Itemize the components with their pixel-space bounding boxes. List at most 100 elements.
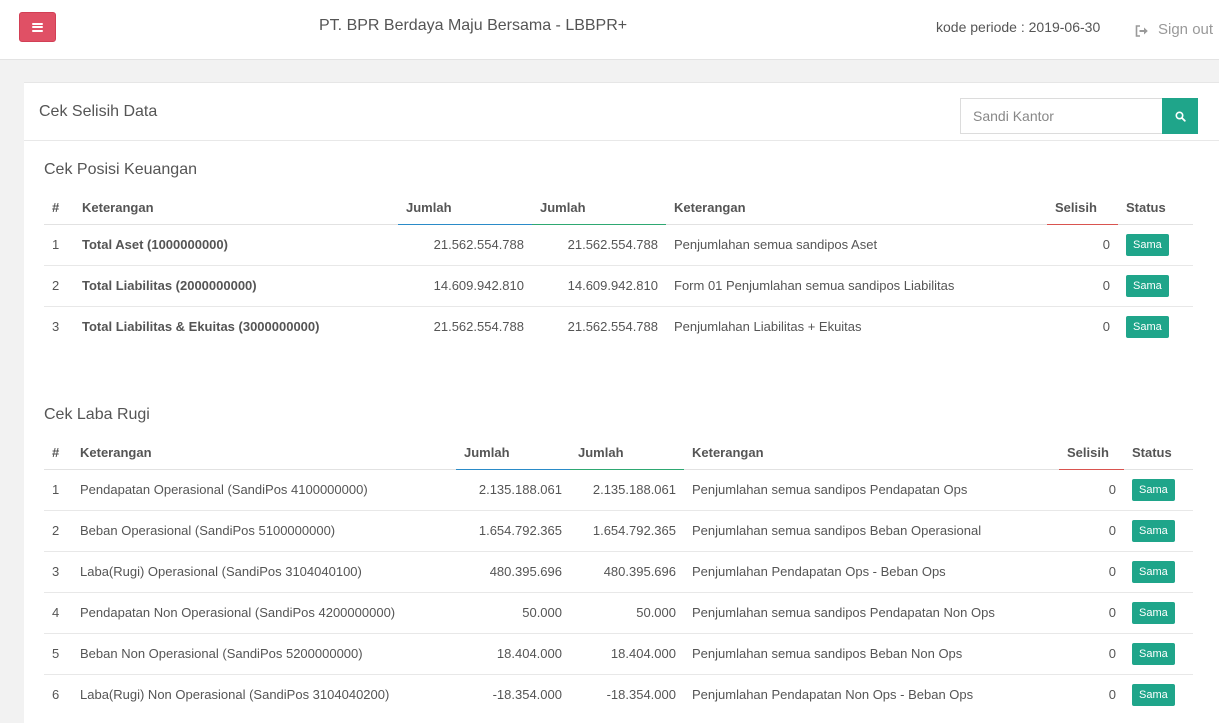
top-navbar: PT. BPR Berdaya Maju Bersama - LBBPR+ ko…: [0, 0, 1219, 60]
row-number: 2: [44, 265, 74, 307]
table-row: 1 Total Aset (1000000000) 21.562.554.788 21…: [44, 224, 1193, 266]
row-jumlah-2: 50.000: [570, 592, 684, 634]
status-badge: Sama: [1126, 315, 1169, 338]
row-jumlah-2: 2.135.188.061: [570, 469, 684, 511]
status-badge: Sama: [1126, 233, 1169, 256]
sign-out-icon: [1135, 24, 1149, 37]
status-badge: Sama: [1132, 601, 1175, 624]
table-row: 6 Laba(Rugi) Non Operasional (SandiPos 31…: [44, 674, 1193, 715]
laba-rugi-body: 1 Pendapatan Operasional (SandiPos 410000…: [44, 469, 1193, 715]
status-badge: Sama: [1132, 519, 1175, 542]
table-row: 5 Beban Non Operasional (SandiPos 5200000…: [44, 633, 1193, 675]
row-keterangan-2: Penjumlahan Pendapatan Ops - Beban Ops: [684, 551, 1059, 593]
table-row: 2 Total Liabilitas (2000000000) 14.609.942…: [44, 265, 1193, 307]
status-badge: Sama: [1132, 478, 1175, 501]
col-status: Status: [1124, 436, 1193, 470]
panel-title: Cek Selisih Data: [39, 103, 158, 120]
row-jumlah-1: -18.354.000: [492, 687, 562, 703]
row-selisih: 0: [1059, 469, 1124, 511]
row-status: Sama: [1124, 469, 1193, 511]
col-selisih: Selisih: [1059, 436, 1124, 470]
table-row: 3 Total Liabilitas & Ekuitas (3000000000)…: [44, 306, 1193, 347]
row-jumlah-2: 18.404.000: [570, 633, 684, 675]
row-keterangan-2: Penjumlahan Pendapatan Non Ops - Beban O…: [692, 687, 974, 703]
col-keterangan: Keterangan: [74, 191, 398, 225]
row-selisih: 0: [1047, 265, 1118, 307]
row-status: Sama: [1118, 224, 1193, 266]
table-row: 4 Pendapatan Non Operasional (SandiPos 42…: [44, 592, 1193, 634]
row-number: 6: [52, 687, 60, 703]
row-status: Sama: [1118, 306, 1193, 347]
menu-toggle-button[interactable]: [19, 12, 56, 42]
row-jumlah-1: 21.562.554.788: [433, 319, 524, 335]
row-keterangan: Laba(Rugi) Operasional (SandiPos 3104040…: [72, 551, 456, 593]
row-number: 3: [52, 319, 60, 335]
row-jumlah-1: 2.135.188.061: [456, 469, 570, 511]
row-jumlah-2: 1.654.792.365: [570, 510, 684, 552]
row-jumlah-2: -18.354.000: [606, 687, 676, 703]
row-number: 4: [44, 592, 72, 634]
sandi-kantor-input[interactable]: [960, 98, 1162, 134]
row-keterangan-2: Penjumlahan semua sandipos Pendapatan No…: [684, 592, 1059, 634]
row-number: 1: [44, 224, 74, 266]
col-no: #: [44, 191, 74, 225]
col-keterangan-2: Keterangan: [684, 436, 1059, 470]
row-number: 3: [44, 551, 72, 593]
row-jumlah-1: 480.395.696: [456, 551, 570, 593]
status-badge: Sama: [1126, 274, 1169, 297]
col-jumlah-1: Jumlah: [456, 436, 570, 470]
search-button[interactable]: [1162, 98, 1198, 134]
row-keterangan-2: Penjumlahan semua sandipos Aset: [666, 224, 1047, 266]
col-jumlah-2: Jumlah: [532, 191, 666, 225]
row-keterangan-2: Penjumlahan semua sandipos Beban Operasi…: [684, 510, 1059, 552]
row-jumlah-2: 14.609.942.810: [532, 265, 666, 307]
row-jumlah-2: 21.562.554.788: [567, 319, 658, 335]
row-number: 5: [44, 633, 72, 675]
col-status: Status: [1118, 191, 1193, 225]
row-jumlah-1: 1.654.792.365: [456, 510, 570, 552]
row-selisih: 0: [1047, 224, 1118, 266]
table-row: 2 Beban Operasional (SandiPos 5100000000)…: [44, 510, 1193, 552]
row-number: 2: [44, 510, 72, 552]
posisi-keuangan-title: Cek Posisi Keuangan: [44, 161, 197, 178]
menu-icon: [32, 22, 43, 32]
panel-header: Cek Selisih Data: [24, 83, 1219, 141]
posisi-keuangan-table: # Keterangan Jumlah Jumlah Keterangan Se…: [44, 191, 1193, 347]
col-jumlah-1: Jumlah: [398, 191, 532, 225]
row-keterangan: Total Liabilitas & Ekuitas (3000000000): [82, 319, 320, 335]
row-jumlah-1: 21.562.554.788: [398, 224, 532, 266]
row-jumlah-1: 50.000: [456, 592, 570, 634]
row-number: 1: [44, 469, 72, 511]
row-jumlah-2: 21.562.554.788: [532, 224, 666, 266]
row-status: Sama: [1118, 265, 1193, 307]
row-jumlah-2: 480.395.696: [570, 551, 684, 593]
row-keterangan-2: Form 01 Penjumlahan semua sandipos Liabi…: [666, 265, 1047, 307]
table-header-row: # Keterangan Jumlah Jumlah Keterangan Se…: [44, 191, 1193, 225]
col-keterangan: Keterangan: [72, 436, 456, 470]
row-status: Sama: [1124, 674, 1193, 715]
row-keterangan-2: Penjumlahan semua sandipos Pendapatan Op…: [684, 469, 1059, 511]
row-keterangan: Laba(Rugi) Non Operasional (SandiPos 310…: [80, 687, 390, 703]
row-status: Sama: [1124, 551, 1193, 593]
col-keterangan-2: Keterangan: [666, 191, 1047, 225]
row-keterangan: Beban Non Operasional (SandiPos 52000000…: [72, 633, 456, 675]
laba-rugi-table: # Keterangan Jumlah Jumlah Keterangan Se…: [44, 436, 1193, 715]
posisi-keuangan-body: 1 Total Aset (1000000000) 21.562.554.788 21…: [44, 224, 1193, 347]
app-title: PT. BPR Berdaya Maju Bersama - LBBPR+: [319, 17, 628, 34]
row-selisih: 0: [1059, 510, 1124, 552]
row-selisih: 0: [1059, 592, 1124, 634]
row-status: Sama: [1124, 592, 1193, 634]
status-badge: Sama: [1132, 683, 1175, 706]
search-group: [960, 98, 1198, 134]
table-row: 1 Pendapatan Operasional (SandiPos 410000…: [44, 469, 1193, 511]
sign-out-link[interactable]: Sign out: [1135, 21, 1213, 38]
sign-out-label: Sign out: [1158, 21, 1214, 38]
status-badge: Sama: [1132, 560, 1175, 583]
cek-selisih-panel: Cek Selisih Data Cek Posisi Keuangan # K…: [24, 82, 1219, 723]
table-header-row: # Keterangan Jumlah Jumlah Keterangan Se…: [44, 436, 1193, 470]
row-jumlah-1: 18.404.000: [456, 633, 570, 675]
row-keterangan: Total Liabilitas (2000000000): [74, 265, 398, 307]
row-status: Sama: [1124, 510, 1193, 552]
row-keterangan-2: Penjumlahan semua sandipos Beban Non Ops: [684, 633, 1059, 675]
table-row: 3 Laba(Rugi) Operasional (SandiPos 310404…: [44, 551, 1193, 593]
